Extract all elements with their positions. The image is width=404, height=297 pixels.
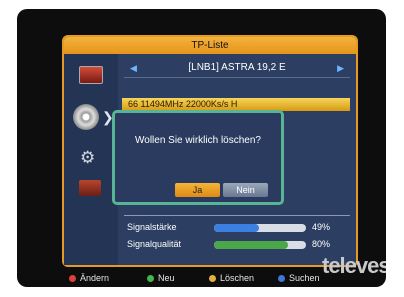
gear-icon[interactable]: ⚙ <box>80 149 96 166</box>
side-menu: ❯ ⚙ <box>64 54 118 265</box>
tv-icon[interactable] <box>79 66 103 84</box>
dialog-question: Wollen Sie wirklich löschen? <box>135 135 261 146</box>
satellite-label: [LNB1] ASTRA 19,2 E <box>188 62 286 73</box>
legend-search[interactable]: Suchen <box>278 273 320 283</box>
divider <box>124 215 350 216</box>
case-icon[interactable] <box>79 180 101 196</box>
legend-delete[interactable]: Löschen <box>209 273 254 283</box>
satellite-selector[interactable]: ◀ [LNB1] ASTRA 19,2 E ▶ <box>124 59 350 78</box>
no-button[interactable]: Nein <box>223 183 268 197</box>
legend-new[interactable]: Neu <box>147 273 175 283</box>
signal-strength-fill <box>214 224 260 232</box>
yes-button[interactable]: Ja <box>175 183 220 197</box>
legend-edit[interactable]: Ändern <box>69 273 109 283</box>
brand-logo: televes <box>322 253 386 278</box>
red-dot-icon <box>69 275 76 283</box>
arrow-left-icon[interactable]: ◀ <box>130 59 137 77</box>
tv-screen: TP-Liste ❯ ⚙ ◀ [LNB1] ASTRA 19,2 E ▶ 66 … <box>17 9 386 287</box>
signal-quality-label: Signalqualität <box>127 239 182 249</box>
window-title: TP-Liste <box>64 37 356 54</box>
signal-strength-bar <box>214 224 306 232</box>
confirm-delete-dialog: Wollen Sie wirklich löschen? Ja Nein <box>112 110 284 205</box>
signal-strength-value: 49% <box>312 222 331 232</box>
signal-quality-value: 80% <box>312 239 331 249</box>
signal-quality-fill <box>214 241 288 249</box>
arrow-right-icon[interactable]: ▶ <box>337 59 344 77</box>
yellow-dot-icon <box>209 275 216 283</box>
signal-quality-bar <box>214 241 306 249</box>
blue-dot-icon <box>278 275 285 283</box>
signal-strength-label: Signalstärke <box>127 222 177 232</box>
disc-icon[interactable] <box>73 104 99 130</box>
green-dot-icon <box>147 275 154 283</box>
